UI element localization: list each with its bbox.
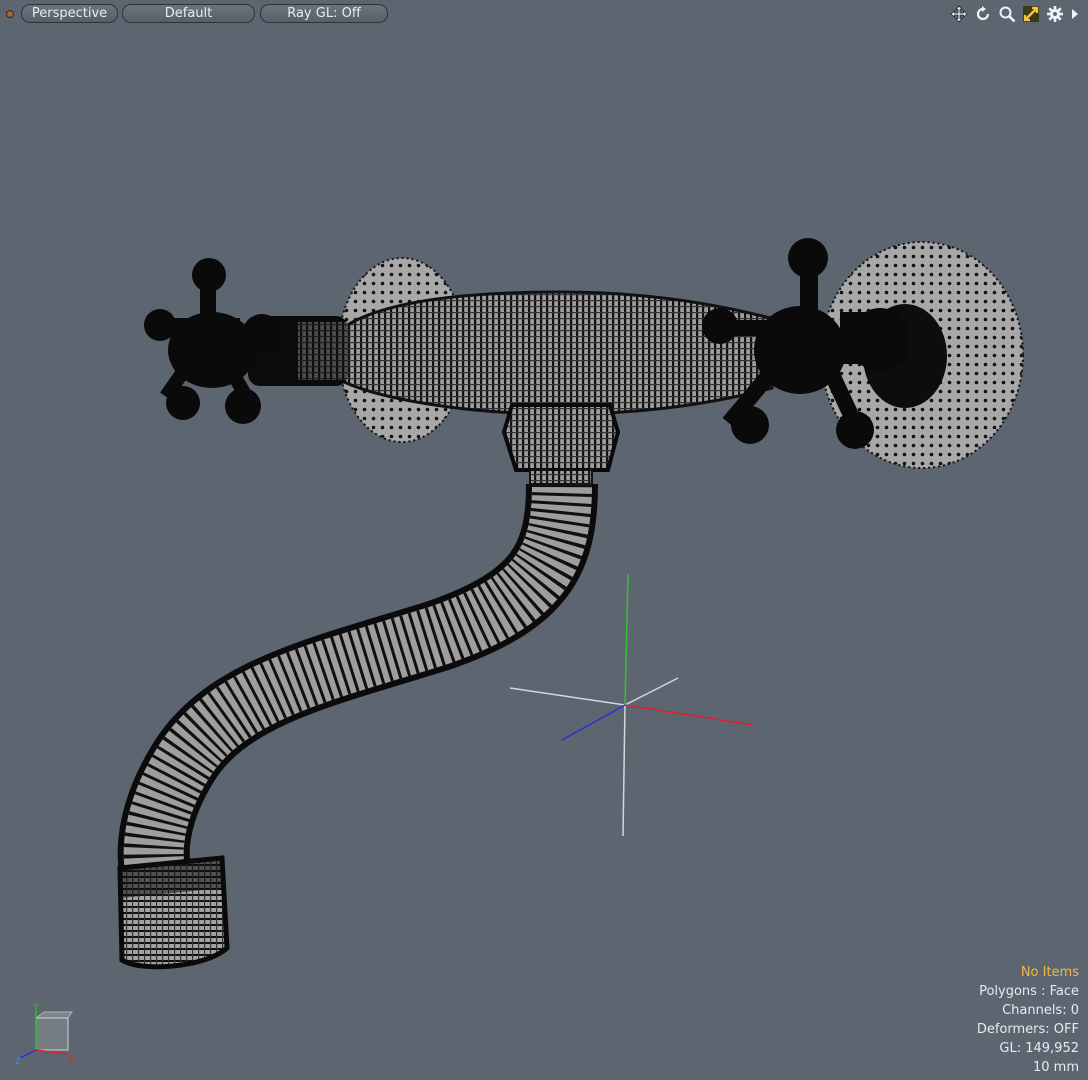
grid-scale: 10 mm (1032, 1060, 1079, 1075)
viewport-menu-dot[interactable] (6, 10, 14, 18)
viewport-status-info: No Items Polygons : Face Channels: 0 Def… (977, 963, 1079, 1077)
spout-swivel-nut (501, 403, 621, 485)
polygons-status: Polygons : Face (979, 984, 1079, 999)
view-mode-dropdown[interactable]: Perspective (21, 4, 118, 23)
rotate-view-icon[interactable] (974, 5, 992, 23)
gl-polycount: GL: 149,952 (999, 1041, 1079, 1056)
shading-dropdown[interactable]: Default (122, 4, 255, 23)
faucet-spout (117, 483, 598, 970)
3d-viewport[interactable]: Perspective Default Ray GL: Off No Items… (0, 0, 1088, 1080)
gizmo-y-label: Y (32, 1003, 39, 1013)
left-cross-handle (144, 258, 282, 424)
faucet-wireframe-model (117, 238, 1024, 970)
orientation-gizmo: Y Z X (10, 1002, 80, 1072)
faucet-body (248, 290, 774, 416)
expand-arrow-icon[interactable] (1070, 5, 1080, 23)
fit-view-icon[interactable] (1022, 5, 1040, 23)
move-view-icon[interactable] (950, 5, 968, 23)
channels-status: Channels: 0 (1002, 1003, 1079, 1018)
selection-status: No Items (1020, 965, 1079, 980)
deformers-status: Deformers: OFF (976, 1022, 1079, 1037)
zoom-view-icon[interactable] (998, 5, 1016, 23)
settings-gear-icon[interactable] (1046, 5, 1064, 23)
viewport-nav-icons (950, 4, 1080, 24)
gizmo-x-label: X (68, 1055, 74, 1065)
gizmo-z-label: Z (15, 1057, 21, 1067)
ray-gl-toggle[interactable]: Ray GL: Off (260, 4, 388, 23)
viewport-toolbar: Perspective Default Ray GL: Off (0, 0, 1088, 28)
